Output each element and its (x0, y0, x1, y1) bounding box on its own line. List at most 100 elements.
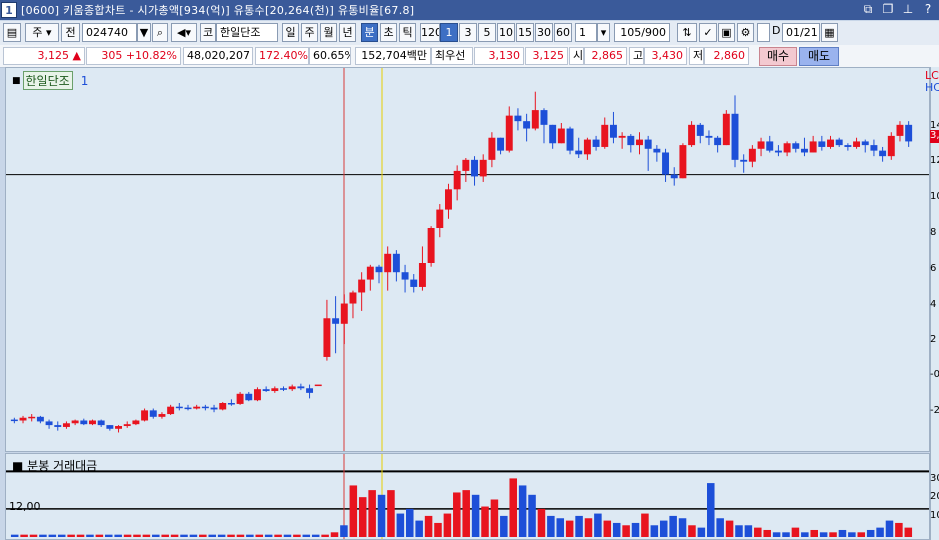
open-price: 2,865 (584, 47, 627, 65)
calendar-icon[interactable]: ▦ (821, 23, 838, 42)
candle-body (436, 209, 444, 228)
date-input[interactable]: 01/21 (782, 23, 820, 42)
chart-menu-icon[interactable]: ▤ (3, 23, 21, 42)
buy-button[interactable]: 매수 (759, 47, 797, 66)
tab-second[interactable]: 초 (380, 23, 397, 42)
volume-chart-panel[interactable]: ■ 분봉 거래대금 12,00 (5, 453, 930, 540)
volume-bar (462, 490, 470, 537)
sound-icon[interactable]: ◀▾ (171, 23, 197, 42)
candle-body (887, 135, 895, 157)
axis-label-neg2: -2 (930, 405, 939, 416)
volume-bar (735, 525, 743, 537)
tab-day[interactable]: 일 (282, 23, 299, 42)
candle-body (853, 141, 861, 147)
candle-body (592, 139, 600, 147)
volume-bar (763, 529, 771, 537)
volume-bar (857, 532, 866, 537)
sell-button[interactable]: 매도 (799, 47, 839, 66)
interval-60[interactable]: 60 (554, 23, 572, 42)
chart-tool-icon[interactable]: ⇅ (677, 23, 697, 42)
candle-body (149, 410, 157, 417)
all-button[interactable]: 전 (61, 23, 80, 42)
candle-body (766, 141, 774, 151)
candle-body (123, 424, 131, 427)
volume-bar (716, 518, 724, 537)
price-axis: LC HC 14 3, 12 10 8 6 4 2 -0 -2 30 20 10 (925, 67, 939, 540)
interval-3[interactable]: 3 (459, 23, 477, 42)
candle-body (132, 420, 140, 425)
tab-tick[interactable]: 틱 (399, 23, 416, 42)
tab-minute[interactable]: 분 (361, 23, 378, 42)
period-select[interactable]: 주 ▾ (25, 23, 59, 42)
volume-bar (199, 534, 207, 537)
candle-body (523, 121, 531, 129)
custom-interval-input[interactable]: 1 (575, 23, 597, 42)
quote-bar: 3,125 ▲ 305 +10.82% 48,020,207 172.40% 6… (0, 45, 939, 68)
volume-bar (838, 529, 847, 537)
interval-15[interactable]: 15 (516, 23, 534, 42)
tab-month[interactable]: 월 (320, 23, 337, 42)
crosshair-icon[interactable]: ✓ (699, 23, 717, 42)
interval-5[interactable]: 5 (478, 23, 496, 42)
custom-interval-dropdown-icon[interactable]: ▾ (597, 23, 610, 42)
volume-bar (688, 525, 696, 537)
count-field[interactable]: 105/900 (614, 23, 670, 42)
stock-name-field[interactable]: 한일단조 (216, 23, 278, 42)
current-price: 3,125 ▲ (3, 47, 85, 65)
volume-bar (678, 518, 687, 537)
bid-price: 3,125 (525, 47, 568, 65)
volume-bar (612, 522, 621, 537)
candle-body (54, 425, 62, 427)
volume-bar (866, 529, 875, 537)
candle-body (722, 113, 730, 146)
volume-bar (302, 534, 311, 537)
candle-body (844, 145, 852, 147)
volume-bar (537, 508, 546, 537)
candle-body (349, 292, 357, 304)
volume-bar (500, 515, 508, 537)
candle-body (314, 384, 322, 387)
candle-body (627, 135, 635, 146)
restore-icon[interactable]: ⧉ (861, 2, 875, 17)
price-chart-panel[interactable]: ■ 한일단조 1 (5, 67, 930, 452)
high-label: 고 (629, 47, 644, 65)
candle-body (227, 403, 235, 405)
candle-body (462, 159, 470, 171)
help-icon[interactable]: ? (921, 2, 935, 17)
tab-year[interactable]: 년 (339, 23, 356, 42)
candlestick-chart (6, 68, 929, 451)
candle-body (71, 420, 79, 424)
volume-bar (377, 494, 386, 537)
interval-10[interactable]: 10 (497, 23, 515, 42)
candle-body (575, 150, 583, 155)
interval-120[interactable]: 120 (420, 23, 440, 42)
code-dropdown-icon[interactable]: ▼ (137, 23, 151, 42)
tab-week[interactable]: 주 (301, 23, 318, 42)
pin-icon[interactable]: ⊥ (901, 2, 915, 17)
interval-30[interactable]: 30 (535, 23, 553, 42)
volume-bar (434, 522, 442, 537)
candle-body (531, 110, 539, 129)
volume-ratio: 172.40% (255, 47, 309, 65)
volume-bar (782, 532, 790, 537)
candle-body (618, 135, 626, 138)
interval-1[interactable]: 1 (440, 23, 458, 42)
candle-body (410, 279, 418, 287)
date-checkbox[interactable] (757, 23, 770, 42)
duplicate-icon[interactable]: ❐ (881, 2, 895, 17)
volume-bar (246, 534, 254, 537)
search-icon[interactable]: ⌕ (152, 23, 168, 42)
volume-bar (904, 527, 913, 537)
window-number[interactable]: 1 (1, 2, 17, 18)
candle-body (366, 266, 374, 280)
candle-body (358, 279, 366, 293)
save-icon[interactable]: ▣ (718, 23, 735, 42)
volume-bar (86, 534, 94, 537)
axis-label-10: 10 (930, 191, 939, 202)
candle-body (19, 417, 27, 421)
candle-body (896, 124, 904, 136)
volume-bar (105, 534, 113, 537)
stock-code-input[interactable]: 024740 (82, 23, 137, 42)
gear-icon[interactable]: ⚙ (737, 23, 754, 42)
axis-hc-label: HC (925, 81, 939, 94)
